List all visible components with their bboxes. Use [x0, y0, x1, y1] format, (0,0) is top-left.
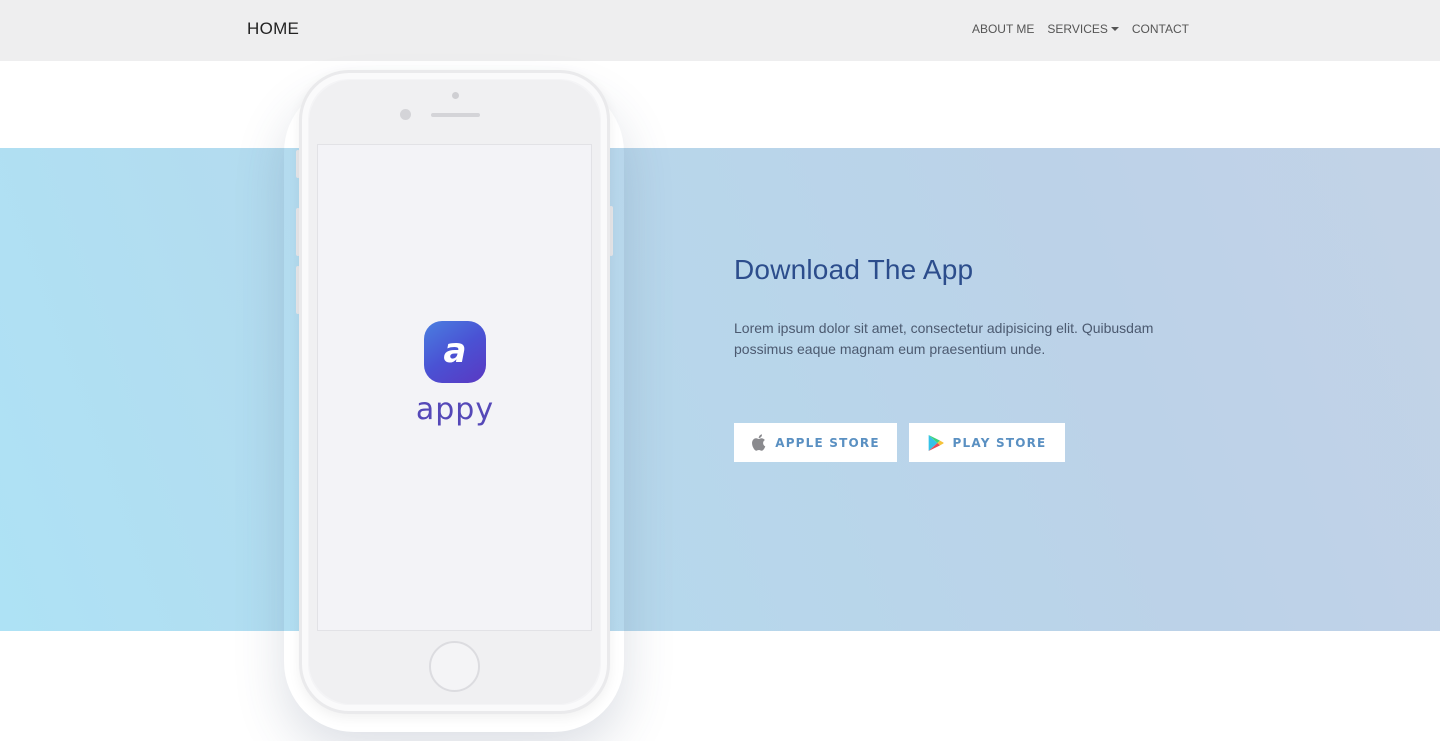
nav-about-me[interactable]: ABOUT ME: [972, 22, 1034, 36]
nav-about-me-label: ABOUT ME: [971, 22, 1035, 36]
hero-section: [0, 148, 1440, 631]
apple-store-button[interactable]: APPLE STORE: [734, 423, 897, 462]
app-logo-icon: a: [424, 321, 486, 383]
apple-icon: [752, 434, 766, 451]
phone-screen: [317, 144, 592, 631]
play-store-label: PLAY STORE: [952, 435, 1047, 450]
phone-home-button: [429, 641, 480, 692]
nav-contact-label: CONTACT: [1131, 22, 1189, 36]
nav-services-dropdown[interactable]: SERVICES: [1047, 22, 1119, 36]
nav-contact[interactable]: CONTACT: [1132, 22, 1189, 36]
navbar: HOME ABOUT ME SERVICES CONTACT: [0, 0, 1440, 61]
play-store-icon: [928, 434, 944, 451]
page-title: Download The App: [734, 254, 974, 285]
nav-links: ABOUT ME SERVICES CONTACT: [972, 22, 1189, 36]
phone-sensor-icon: [452, 92, 459, 99]
brand-home-link[interactable]: HOME: [247, 19, 299, 39]
phone-camera-icon: [400, 109, 411, 120]
caret-down-icon: [1110, 27, 1119, 31]
play-store-button[interactable]: PLAY STORE: [909, 423, 1065, 462]
apple-store-label: APPLE STORE: [775, 435, 880, 450]
app-name: appy: [415, 392, 495, 427]
nav-services-label: SERVICES: [1047, 22, 1108, 36]
hero-description: Lorem ipsum dolor sit amet, consectetur …: [734, 320, 1154, 357]
phone-speaker-icon: [431, 113, 480, 117]
app-logo-letter: a: [443, 331, 467, 371]
